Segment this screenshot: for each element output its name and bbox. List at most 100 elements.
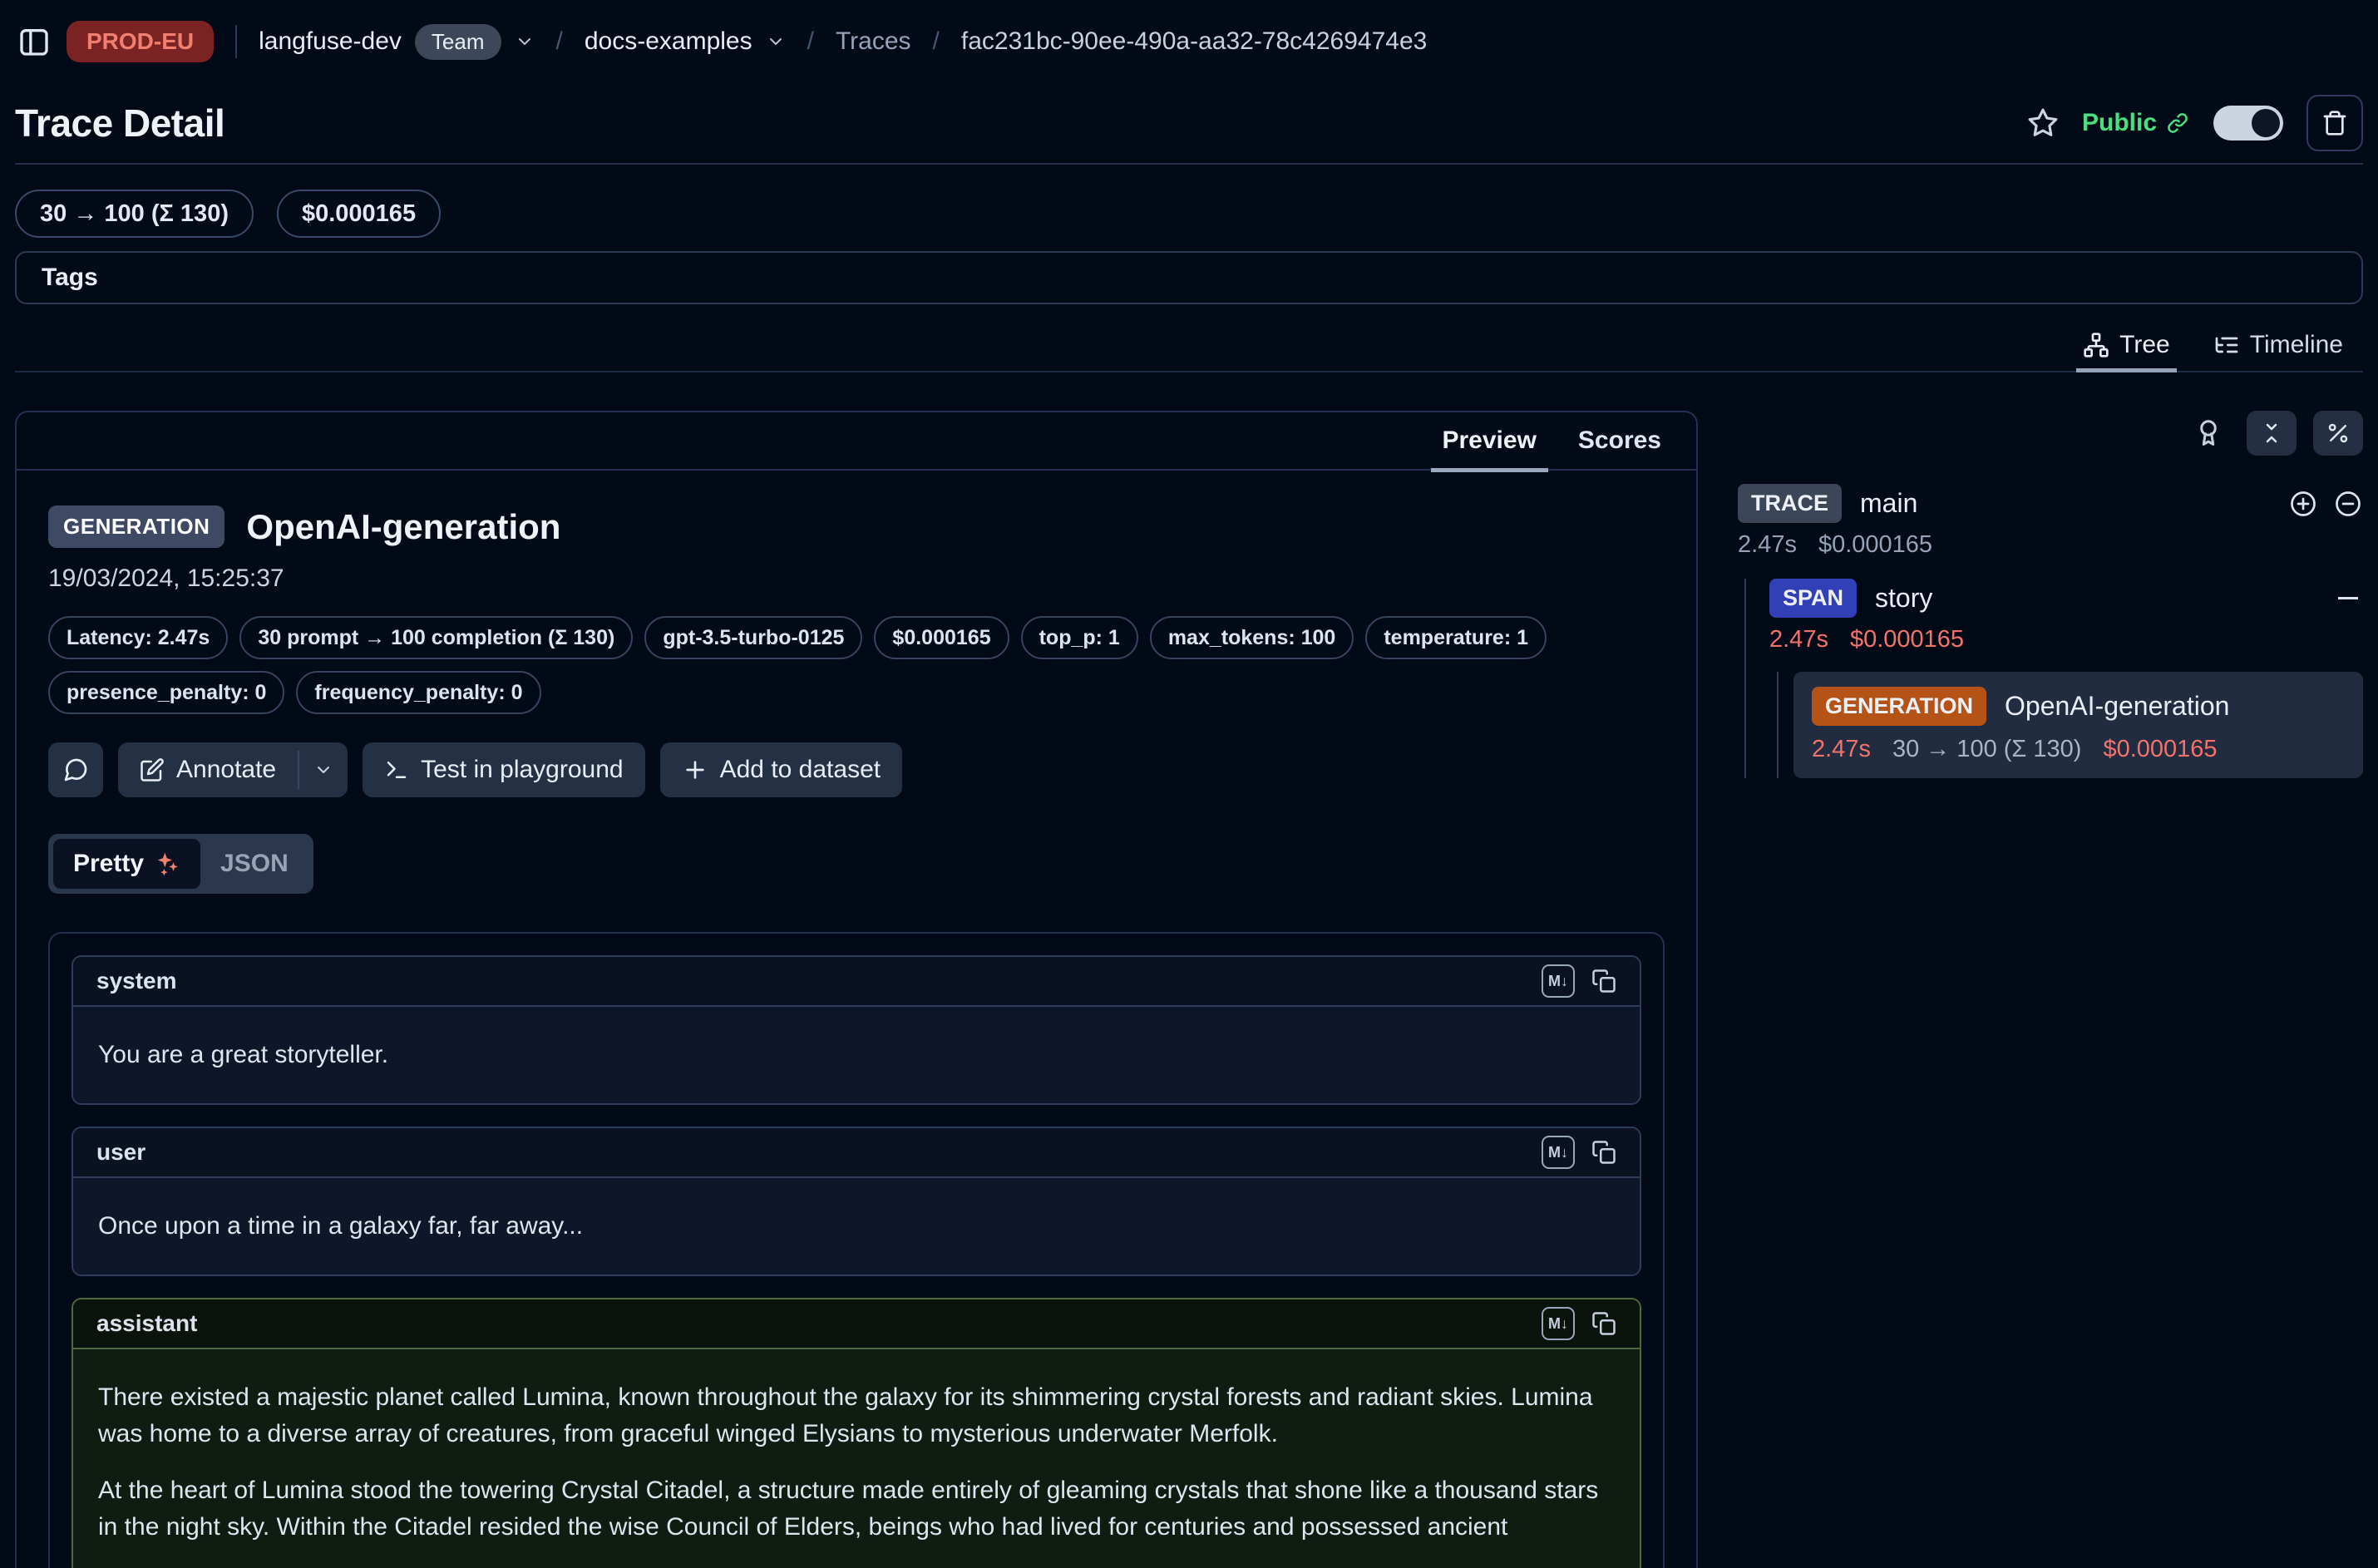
breadcrumb-section[interactable]: Traces — [836, 27, 911, 56]
message-header-icons: M↓ — [1542, 1136, 1616, 1169]
message-content: Once upon a time in a galaxy far, far aw… — [73, 1178, 1640, 1275]
format-pretty-button[interactable]: Pretty — [53, 839, 200, 889]
chevron-down-icon — [313, 760, 333, 780]
pretty-label: Pretty — [73, 850, 144, 878]
annotate-button-group: Annotate — [118, 742, 348, 797]
format-json-button[interactable]: JSON — [200, 839, 308, 889]
add-to-dataset-button[interactable]: Add to dataset — [660, 742, 902, 797]
tab-scores[interactable]: Scores — [1578, 427, 1661, 455]
message-role: user — [96, 1139, 146, 1166]
token-usage-badge[interactable]: 30 → 100 (Σ 130) — [15, 190, 254, 238]
message-role: system — [96, 968, 177, 994]
message-assistant: assistant M↓ There existed a majestic pl… — [72, 1298, 1641, 1568]
playground-label: Test in playground — [421, 756, 624, 784]
delete-trace-button[interactable] — [2306, 95, 2363, 151]
observation-timestamp: 19/03/2024, 15:25:37 — [48, 565, 1665, 593]
latency-badge[interactable]: Latency: 2.47s — [48, 616, 228, 659]
observation-type-badge: GENERATION — [48, 505, 224, 548]
public-toggle[interactable] — [2213, 106, 2283, 141]
comment-button[interactable] — [48, 742, 103, 797]
markdown-toggle-icon[interactable]: M↓ — [1542, 1136, 1575, 1169]
token-usage-badge[interactable]: 30 prompt → 100 completion (Σ 130) — [239, 616, 633, 659]
copy-icon[interactable] — [1591, 969, 1616, 994]
expand-all-button[interactable] — [2288, 489, 2318, 519]
chevron-down-icon[interactable] — [766, 32, 786, 52]
plus-icon — [682, 757, 708, 783]
dataset-label: Add to dataset — [720, 756, 881, 784]
trace-type-badge: TRACE — [1738, 484, 1842, 523]
breadcrumb-project[interactable]: docs-examples — [585, 27, 752, 56]
observation-badges-row2: presence_penalty: 0 frequency_penalty: 0 — [48, 671, 1665, 714]
span-latency: 2.47s — [1769, 626, 1828, 653]
format-toggle: Pretty JSON — [48, 834, 313, 894]
temperature-badge[interactable]: temperature: 1 — [1365, 616, 1547, 659]
message-content: You are a great storyteller. — [73, 1007, 1640, 1103]
span-children: GENERATION OpenAI-generation 2.47s 30 → … — [1777, 672, 2363, 778]
span-type-badge: SPAN — [1769, 579, 1857, 618]
message-header-icons: M↓ — [1542, 1307, 1616, 1340]
header: Trace Detail Public — [15, 83, 2363, 163]
tab-preview[interactable]: Preview — [1443, 427, 1537, 455]
generation-row: GENERATION OpenAI-generation — [1812, 687, 2345, 726]
star-button[interactable] — [2027, 107, 2059, 139]
cost-badge[interactable]: $0.000165 — [874, 616, 1009, 659]
trace-summary: 30 → 100 (Σ 130) $0.000165 — [15, 190, 2363, 238]
public-link[interactable]: Public — [2082, 109, 2190, 137]
tab-timeline[interactable]: Timeline — [2213, 331, 2343, 359]
breadcrumb: PROD-EU langfuse-dev Team / docs-example… — [15, 0, 2363, 83]
frequency-penalty-badge[interactable]: frequency_penalty: 0 — [296, 671, 540, 714]
panel-left-icon — [17, 25, 51, 58]
breadcrumb-separator: / — [807, 27, 814, 56]
sidebar-toggle-button[interactable] — [15, 22, 53, 61]
tree-node-trace[interactable]: TRACE main — [1738, 484, 2363, 523]
show-percent-button[interactable] — [2313, 411, 2363, 456]
message-paragraph: Once upon a time in a galaxy far, far aw… — [98, 1208, 1615, 1245]
breadcrumb-org[interactable]: langfuse-dev — [259, 27, 402, 56]
generation-type-badge: GENERATION — [1812, 687, 1986, 726]
message-header-icons: M↓ — [1542, 964, 1616, 998]
trace-tree-panel: TRACE main 2.47s $0.000165 SPAN — [1738, 411, 2363, 1568]
trace-latency: 2.47s — [1738, 531, 1797, 559]
observation-card: Preview Scores GENERATION OpenAI-generat… — [15, 411, 1698, 1568]
tree-zoom-controls — [2288, 489, 2363, 519]
trace-cost: $0.000165 — [1818, 531, 1932, 559]
divider — [235, 25, 237, 58]
copy-icon[interactable] — [1591, 1140, 1616, 1165]
collapse-node-button[interactable] — [2338, 597, 2358, 599]
annotate-label: Annotate — [176, 756, 276, 784]
tree-node-span[interactable]: SPAN story — [1769, 579, 2363, 618]
span-metrics: 2.47s $0.000165 — [1769, 626, 2363, 653]
observation-badges-row1: Latency: 2.47s 30 prompt → 100 completio… — [48, 616, 1665, 659]
breadcrumb-trace-id: fac231bc-90ee-490a-aa32-78c4269474e3 — [961, 27, 1427, 56]
max-tokens-badge[interactable]: max_tokens: 100 — [1150, 616, 1354, 659]
tree-icon — [2083, 332, 2109, 358]
collapse-all-button[interactable] — [2247, 411, 2297, 456]
view-tabs: Tree Timeline — [15, 331, 2363, 372]
test-in-playground-button[interactable]: Test in playground — [363, 742, 645, 797]
message-paragraph: There existed a majestic planet called L… — [98, 1379, 1615, 1452]
scores-award-button[interactable] — [2193, 418, 2223, 448]
tags-box[interactable]: Tags — [15, 251, 2363, 304]
model-badge[interactable]: gpt-3.5-turbo-0125 — [644, 616, 862, 659]
toggle-knob — [2252, 109, 2280, 137]
annotate-dropdown-button[interactable] — [299, 742, 348, 797]
collapse-all-circle-button[interactable] — [2333, 489, 2363, 519]
messages-container: system M↓ You are a great storyteller. — [48, 932, 1665, 1568]
top-p-badge[interactable]: top_p: 1 — [1021, 616, 1138, 659]
cost-badge[interactable]: $0.000165 — [277, 190, 441, 238]
tab-tree[interactable]: Tree — [2083, 331, 2170, 359]
public-label: Public — [2082, 109, 2157, 137]
header-actions: Public — [2027, 95, 2363, 151]
markdown-toggle-icon[interactable]: M↓ — [1542, 964, 1575, 998]
generation-name: OpenAI-generation — [2005, 691, 2229, 722]
message-role: assistant — [96, 1310, 197, 1337]
annotate-button[interactable]: Annotate — [118, 742, 298, 797]
presence-penalty-badge[interactable]: presence_penalty: 0 — [48, 671, 284, 714]
message-header: assistant M↓ — [73, 1299, 1640, 1349]
tree-node-generation-selected[interactable]: GENERATION OpenAI-generation 2.47s 30 → … — [1793, 672, 2363, 778]
header-divider — [15, 163, 2363, 165]
markdown-toggle-icon[interactable]: M↓ — [1542, 1307, 1575, 1340]
star-icon — [2027, 107, 2059, 139]
chevron-down-icon[interactable] — [515, 32, 535, 52]
copy-icon[interactable] — [1591, 1311, 1616, 1336]
